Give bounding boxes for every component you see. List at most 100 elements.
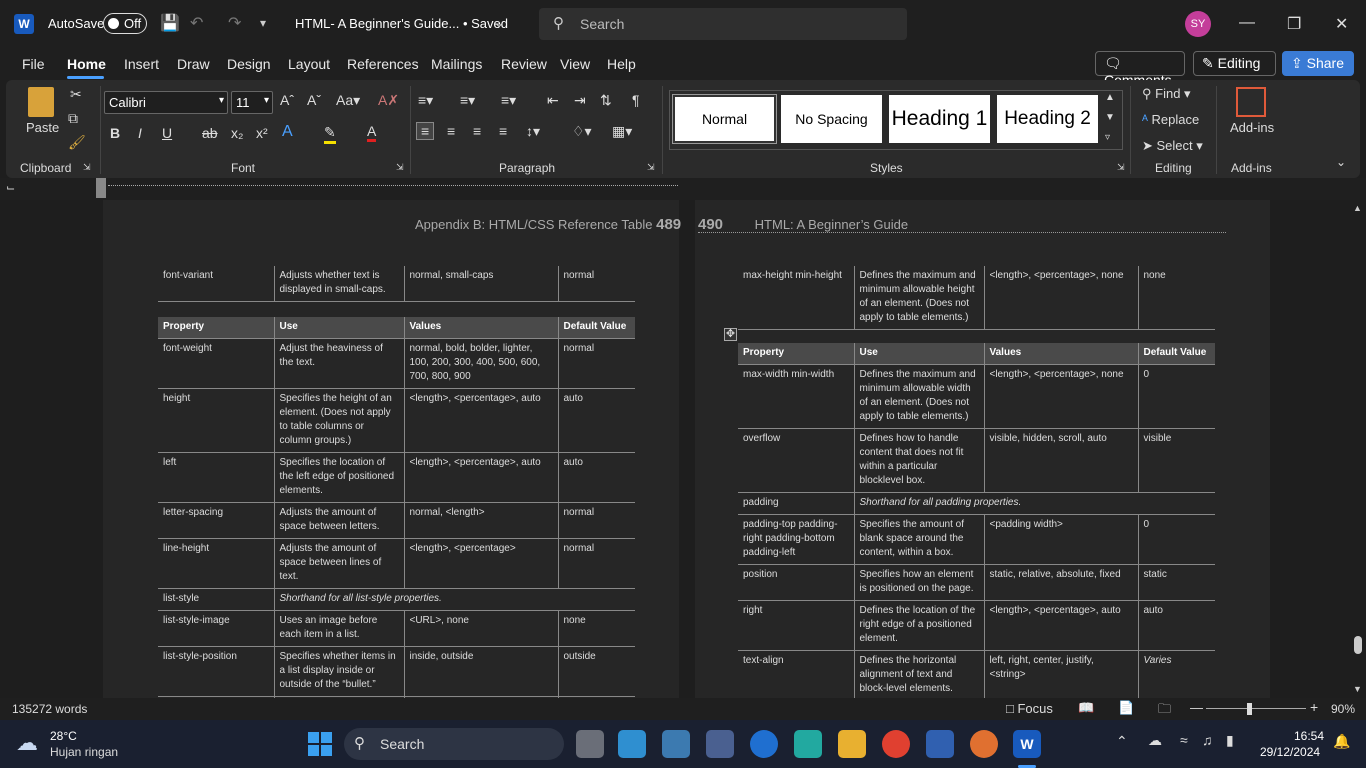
weather-desc[interactable]: Hujan ringan [50,745,118,759]
style-normal[interactable]: Normal [672,94,777,144]
tab-mailings[interactable]: Mailings [431,56,482,72]
screenshot-app-icon[interactable] [618,730,646,758]
power-automate-icon[interactable] [794,730,822,758]
format-painter-icon[interactable]: 🖌 [68,134,86,151]
underline-icon[interactable]: U [162,125,172,141]
paste-button[interactable]: Paste [26,120,59,135]
table-move-handle-icon[interactable]: ✥ [724,328,737,341]
quick-access-dropdown-icon[interactable]: ▾ [260,16,266,30]
multilevel-list-icon[interactable]: ≡▾ [501,92,516,109]
word-taskbar-icon[interactable]: W [1013,730,1041,758]
justify-icon[interactable]: ≡ [499,123,507,139]
search-box[interactable]: ⚲ Search [539,8,907,40]
weather-temp[interactable]: 28°C [50,729,77,743]
zoom-in-icon[interactable]: + [1310,699,1318,715]
read-mode-icon[interactable]: 📖 [1078,700,1094,716]
cut-icon[interactable]: ✂ [70,86,82,103]
comments-button[interactable]: 🗨 Comments [1095,51,1185,88]
tab-insert[interactable]: Insert [124,56,159,72]
save-icon[interactable]: 💾 [160,13,180,33]
bold-icon[interactable]: B [110,125,120,141]
font-name-select[interactable]: Calibri ▾ [104,91,228,114]
decrease-indent-icon[interactable]: ⇤ [547,92,559,109]
tab-view[interactable]: View [560,56,590,72]
increase-indent-icon[interactable]: ⇥ [574,92,586,109]
clock-date[interactable]: 29/12/2024 [1260,745,1320,759]
styles-more-icon[interactable]: ▿ [1105,132,1110,143]
paragraph-launcher-icon[interactable]: ⇲ [647,162,655,173]
share-button[interactable]: ⇪ Share [1282,51,1354,76]
wifi-icon[interactable]: ≈ [1180,732,1188,748]
tab-design[interactable]: Design [227,56,271,72]
shading-icon[interactable]: ♢▾ [572,123,592,140]
minimize-icon[interactable]: — [1239,14,1255,32]
style-no-spacing[interactable]: No Spacing [781,95,882,143]
undo-icon[interactable]: ↶ [190,13,203,33]
virtualbox-icon[interactable] [706,730,734,758]
vertical-scrollbar[interactable]: ▲ ▼ [1350,200,1366,698]
focus-button[interactable]: □ Focus [1006,701,1053,716]
word-count[interactable]: 135272 words [12,702,87,716]
redo-icon[interactable]: ↷ [228,13,241,33]
document-area[interactable]: Appendix B: HTML/CSS Reference Table 489… [0,200,1350,698]
scroll-up-icon[interactable]: ▲ [1353,203,1362,213]
line-spacing-icon[interactable]: ↕▾ [526,123,540,140]
title-chevron-down-icon[interactable]: ⌄ [494,16,504,30]
sort-icon[interactable]: ⇅ [600,92,612,109]
paste-icon[interactable] [28,87,54,117]
tab-layout[interactable]: Layout [288,56,330,72]
scrollbar-thumb[interactable] [1354,636,1362,654]
ruler-scale[interactable] [108,185,678,193]
tab-review[interactable]: Review [501,56,547,72]
addins-grid-icon[interactable] [1236,87,1266,117]
chrome-icon[interactable] [882,730,910,758]
autosave-toggle[interactable]: Off [103,13,147,34]
clipboard-launcher-icon[interactable]: ⇲ [83,162,91,173]
grow-font-icon[interactable]: Aˆ [280,92,294,108]
find-button[interactable]: ⚲ Find ▾ [1142,86,1191,102]
show-hidden-icons-icon[interactable]: ⌃ [1116,733,1128,750]
align-left-icon[interactable]: ≡ [416,122,435,140]
zoom-out-icon[interactable]: — [1190,700,1203,715]
volume-icon[interactable]: ♫ [1202,732,1213,748]
avatar[interactable]: SY [1185,11,1211,37]
tab-draw[interactable]: Draw [177,56,210,72]
clock-time[interactable]: 16:54 [1294,729,1324,743]
style-heading-1[interactable]: Heading 1 [889,95,990,143]
scroll-down-icon[interactable]: ▼ [1353,684,1362,694]
tab-references[interactable]: References [347,56,419,72]
taskbar-search[interactable]: ⚲ Search [344,728,564,760]
print-layout-icon[interactable]: 📄 [1118,700,1134,716]
tab-home[interactable]: Home [67,56,106,72]
chrome-canary-icon[interactable] [970,730,998,758]
copy-icon[interactable]: ⧉ [68,110,78,127]
tab-stop-selector-icon[interactable]: ⌙ [6,181,15,194]
replace-button[interactable]: ᴬ Replace [1142,112,1199,127]
italic-icon[interactable]: I [138,125,142,141]
show-formatting-icon[interactable]: ¶ [632,92,640,108]
style-heading-2[interactable]: Heading 2 [997,95,1098,143]
font-launcher-icon[interactable]: ⇲ [396,162,404,173]
text-effects-icon[interactable]: A [282,123,293,141]
collapse-ribbon-icon[interactable]: ⌄ [1336,155,1346,169]
web-layout-icon[interactable]: 🗀 [1158,700,1171,722]
file-explorer-icon[interactable] [838,730,866,758]
weather-icon[interactable]: ☁ [16,730,38,756]
highlight-icon[interactable]: ✎ [324,124,336,144]
battery-icon[interactable]: ▮ [1226,732,1234,749]
tab-help[interactable]: Help [607,56,636,72]
superscript-icon[interactable]: x² [256,125,268,141]
select-button[interactable]: ➤ Select ▾ [1142,138,1203,154]
align-center-icon[interactable]: ≡ [447,123,455,139]
zoom-slider[interactable] [1206,708,1306,709]
clear-formatting-icon[interactable]: A✗ [378,92,399,109]
numbering-icon[interactable]: ≡▾ [460,92,475,109]
borders-icon[interactable]: ▦▾ [612,123,632,140]
addins-button[interactable]: Add-ins [1230,120,1274,135]
notification-app-icon[interactable]: ☁ [1148,732,1162,749]
tab-file[interactable]: File [22,56,45,72]
bullets-icon[interactable]: ≡▾ [418,92,433,109]
styles-scroll-up-icon[interactable]: ▲ [1105,92,1115,103]
notifications-bell-icon[interactable]: 🔔 [1333,733,1350,750]
shrink-font-icon[interactable]: Aˇ [307,92,321,108]
